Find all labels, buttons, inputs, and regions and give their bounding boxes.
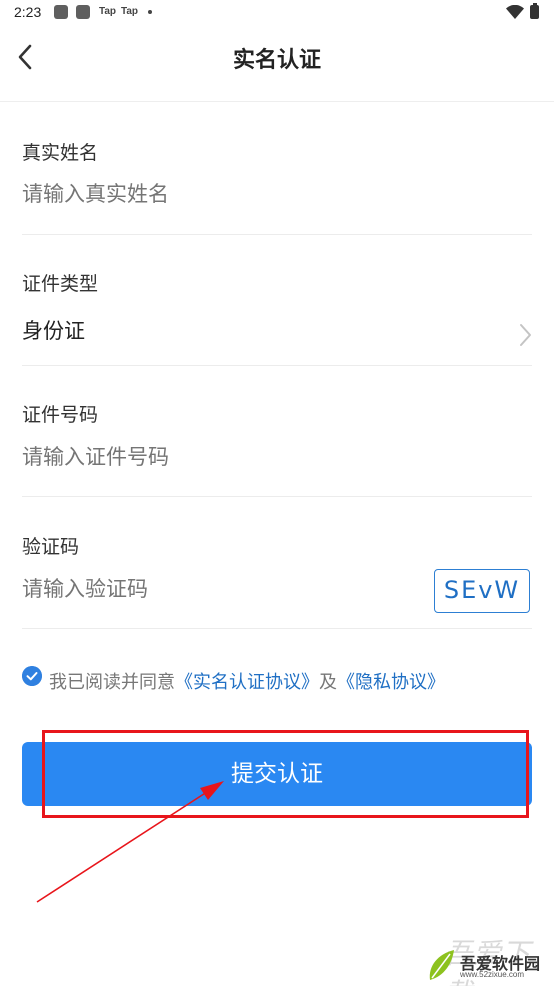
page-title: 实名认证	[232, 48, 321, 73]
name-label: 真实姓名	[22, 142, 99, 164]
id-number-field: 证件号码	[22, 392, 532, 497]
agreement-text: 我已阅读并同意《实名认证协议》及《隐私协议》	[49, 668, 445, 694]
watermark-url: www.52zixue.com	[460, 970, 525, 979]
leaf-logo-icon	[429, 950, 454, 980]
name-input[interactable]	[22, 182, 422, 206]
privacy-agreement-link[interactable]: 《隐私协议》	[337, 672, 445, 693]
agreement-connector: 及	[319, 672, 337, 693]
header: 实名认证	[0, 26, 554, 102]
more-notifications-dot	[148, 10, 152, 14]
chevron-right-icon	[520, 324, 531, 346]
id-type-value: 身份证	[22, 319, 85, 343]
id-number-label: 证件号码	[22, 404, 99, 426]
agreement-row: 我已阅读并同意《实名认证协议》及《隐私协议》	[22, 664, 542, 696]
watermark: 吾爱下载 吾爱软件园 www.52zixue.com	[424, 932, 554, 986]
status-bar: 2:23 Tap Tap	[0, 0, 554, 26]
captcha-label: 验证码	[22, 536, 80, 558]
taptap-notification-icon: Tap	[121, 6, 139, 17]
name-field: 真实姓名	[22, 130, 532, 235]
annotation-highlight-box	[42, 730, 529, 818]
id-type-field[interactable]: 证件类型 身份证	[22, 262, 532, 366]
real-name-agreement-link[interactable]: 《实名认证协议》	[175, 672, 319, 693]
battery-icon	[530, 3, 539, 19]
checkbox-checked-icon[interactable]	[22, 666, 42, 686]
wifi-icon	[506, 5, 524, 19]
id-number-input[interactable]	[22, 445, 422, 469]
agreement-prefix: 我已阅读并同意	[49, 672, 175, 693]
id-type-label: 证件类型	[22, 273, 99, 295]
taptap-notification-icon: Tap	[99, 6, 117, 17]
notification-icon	[54, 5, 68, 19]
notification-icon	[76, 5, 90, 19]
status-time: 2:23	[14, 4, 42, 20]
captcha-image[interactable]: SEvW	[434, 569, 530, 613]
captcha-input[interactable]	[22, 577, 322, 601]
captcha-field: 验证码 SEvW	[22, 524, 532, 629]
